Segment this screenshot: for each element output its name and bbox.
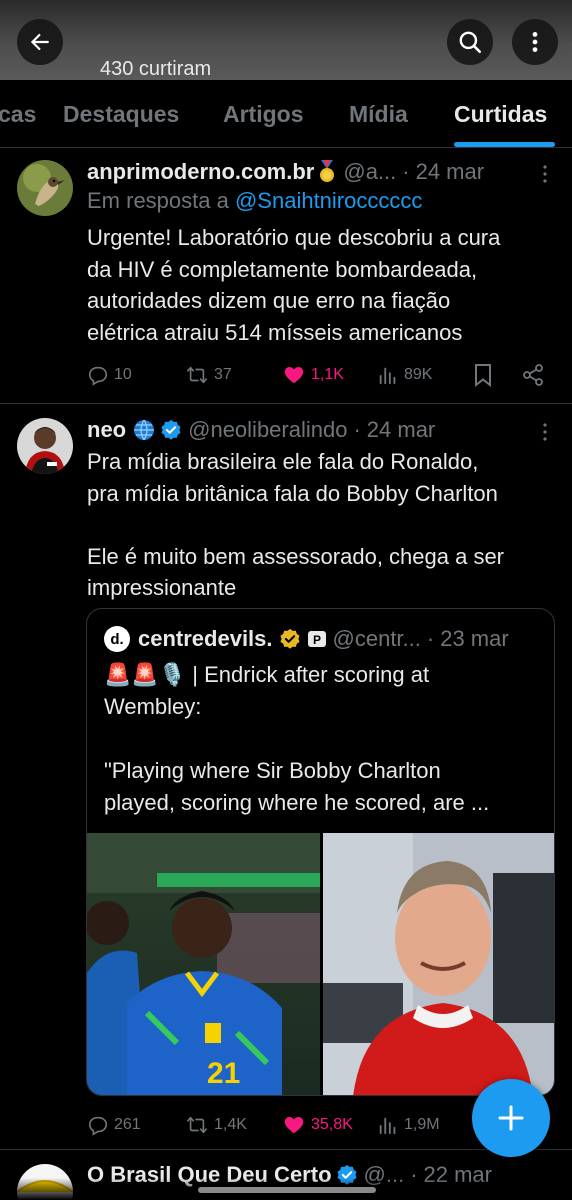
- centredevils-avatar-icon: d.: [104, 626, 130, 652]
- quoted-tweet-text: 🚨🚨🎙️ | Endrick after scoring at Wembley:…: [104, 662, 490, 815]
- views-count: 1,9M: [404, 1116, 440, 1133]
- bookmark-icon[interactable]: [473, 363, 493, 387]
- heart-filled-icon: [284, 367, 304, 384]
- verified-badge-icon: [161, 419, 181, 440]
- reply-mention-link[interactable]: @Snaihtnirocccccc: [235, 188, 422, 213]
- likes-count: 430 curtiram: [100, 58, 212, 80]
- active-tab-indicator: [454, 142, 555, 147]
- tweet-text: Pra mídia brasileira ele fala do Ronaldo…: [87, 449, 505, 600]
- quoted-display-name[interactable]: centredevils.: [138, 626, 273, 652]
- quoted-media-image-endrick[interactable]: 21: [87, 833, 320, 1095]
- quoted-media-image-charlton[interactable]: [323, 833, 554, 1095]
- top-bar: 430 curtiram: [0, 0, 572, 80]
- reply-count: 261: [114, 1116, 141, 1133]
- affiliate-badge-icon: P: [307, 631, 326, 647]
- reply-count: 10: [114, 366, 132, 383]
- more-vertical-icon: [532, 32, 538, 52]
- retweet-button[interactable]: 1,4K: [185, 1110, 247, 1140]
- profile-photo-image: [17, 418, 73, 474]
- tweet-options-icon[interactable]: [538, 164, 552, 184]
- tab-artigos[interactable]: Artigos: [223, 101, 304, 128]
- views-icon: [379, 367, 396, 385]
- retweet-count: 37: [214, 366, 232, 383]
- tweet[interactable]: anprimoderno.com.br @a... · 24 mar Em re…: [0, 148, 572, 404]
- reply-context: Em resposta a @Snaihtnirocccccc: [87, 188, 422, 214]
- reply-button[interactable]: 10: [87, 360, 132, 390]
- retweet-count: 1,4K: [214, 1116, 247, 1133]
- retweet-button[interactable]: 37: [185, 360, 232, 390]
- retweet-icon: [187, 366, 207, 384]
- search-button[interactable]: [447, 19, 493, 65]
- display-name[interactable]: neo: [87, 417, 126, 443]
- reply-button[interactable]: 261: [87, 1110, 141, 1140]
- views-icon: [379, 1117, 396, 1135]
- tweet-date[interactable]: 24 mar: [416, 159, 484, 185]
- handle[interactable]: @a...: [343, 159, 396, 185]
- views-count: 89K: [404, 366, 433, 383]
- svg-text:21: 21: [207, 1057, 240, 1090]
- verified-gold-badge-icon: [279, 628, 300, 649]
- plus-icon: [498, 1105, 524, 1131]
- display-name[interactable]: anprimoderno.com.br: [87, 159, 314, 185]
- views-button[interactable]: 1,9M: [377, 1110, 440, 1140]
- quoted-handle[interactable]: @centr...: [333, 626, 421, 652]
- tab-highlights-partial[interactable]: cas: [0, 101, 36, 128]
- medal-icon: [320, 160, 335, 182]
- avatar[interactable]: [17, 160, 73, 216]
- globe-icon: [134, 419, 155, 441]
- tweet-date[interactable]: 24 mar: [367, 417, 435, 443]
- like-button[interactable]: 35,8K: [282, 1110, 353, 1140]
- home-indicator[interactable]: [198, 1187, 376, 1193]
- search-icon: [459, 31, 482, 54]
- tab-curtidas[interactable]: Curtidas: [454, 101, 547, 128]
- avatar[interactable]: [17, 418, 73, 474]
- tab-midia[interactable]: Mídia: [349, 101, 408, 128]
- tweet-text: Urgente! Laboratório que descobriu a cur…: [87, 225, 501, 345]
- quoted-tweet[interactable]: d. centredevils. P @centr... · 23 mar 🚨🚨…: [86, 608, 555, 1096]
- like-count: 35,8K: [311, 1116, 353, 1133]
- like-button[interactable]: 1,1K: [282, 360, 344, 390]
- quoted-date[interactable]: 23 mar: [440, 626, 508, 652]
- heart-filled-icon: [284, 1117, 304, 1134]
- arrow-left-icon: [30, 33, 49, 51]
- back-button[interactable]: [17, 19, 63, 65]
- more-button[interactable]: [512, 19, 558, 65]
- bird-avatar-image: [17, 160, 73, 216]
- tweet-options-icon[interactable]: [538, 422, 552, 442]
- handle[interactable]: @neoliberalindo: [188, 417, 347, 443]
- svg-text:d.: d.: [110, 631, 123, 648]
- tweet-actions: 10 37 1,1K 89K: [87, 360, 557, 390]
- views-button[interactable]: 89K: [377, 360, 432, 390]
- tweet-header: anprimoderno.com.br @a... · 24 mar: [87, 159, 485, 185]
- quoted-tweet-header: d. centredevils. P @centr... · 23 mar: [104, 625, 509, 653]
- svg-text:P: P: [313, 633, 321, 647]
- tweet-header: neo @neoliberalindo · 24 mar: [87, 417, 436, 443]
- share-icon[interactable]: [521, 363, 545, 387]
- compose-button[interactable]: [472, 1079, 550, 1157]
- tweet[interactable]: neo @neoliberalindo · 24 mar Pra mídia b…: [0, 404, 572, 1150]
- profile-tabs: cas Destaques Artigos Mídia Curtidas: [0, 80, 572, 148]
- reply-icon: [88, 366, 108, 386]
- like-count: 1,1K: [311, 366, 344, 383]
- reply-prefix: Em resposta a: [87, 188, 229, 213]
- retweet-icon: [187, 1116, 207, 1134]
- reply-icon: [88, 1116, 108, 1136]
- tab-destaques[interactable]: Destaques: [63, 101, 179, 128]
